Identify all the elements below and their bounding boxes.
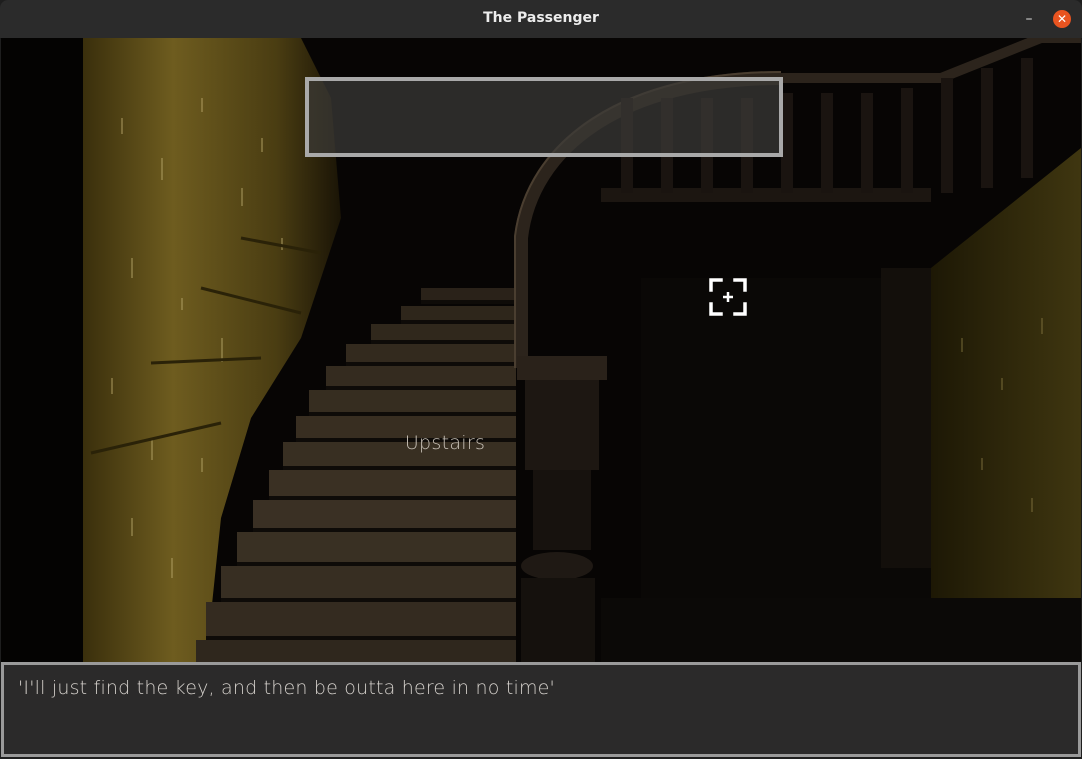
minimize-button[interactable]: – [1018, 8, 1040, 30]
upstairs-hotspot[interactable]: Upstairs [383, 432, 507, 454]
game-viewport[interactable]: Upstairs [1, 38, 1081, 662]
close-button[interactable]: ✕ [1053, 10, 1071, 28]
top-message-box [305, 77, 783, 157]
crosshair-icon [709, 278, 747, 316]
left-shadow [1, 38, 83, 662]
window-titlebar: The Passenger – ✕ [0, 0, 1082, 39]
dialog-box[interactable]: 'I'll just find the key, and then be out… [1, 662, 1081, 757]
dialog-text: 'I'll just find the key, and then be out… [18, 677, 555, 699]
floor [601, 598, 1081, 662]
door-pillar [881, 268, 935, 568]
window-title: The Passenger [483, 10, 599, 26]
